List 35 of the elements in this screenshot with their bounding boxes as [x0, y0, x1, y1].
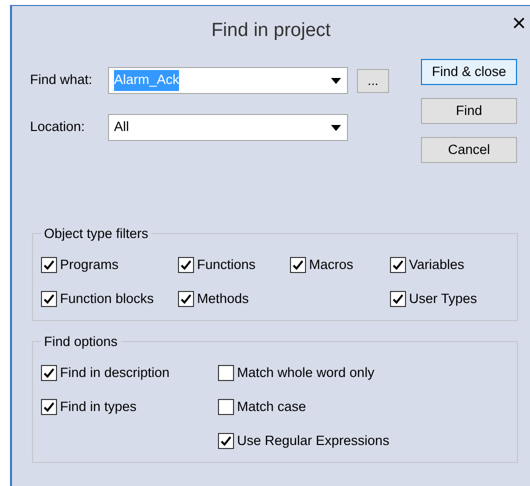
- checkbox-label[interactable]: User Types: [409, 288, 478, 310]
- checkbox[interactable]: [41, 399, 57, 415]
- checkbox[interactable]: [178, 291, 194, 307]
- checkbox-label[interactable]: Find in types: [60, 396, 137, 418]
- checkbox-label[interactable]: Functions: [197, 254, 256, 276]
- browse-button[interactable]: ...: [357, 68, 389, 92]
- checkbox[interactable]: [390, 257, 406, 273]
- dialog-button[interactable]: Find: [421, 98, 517, 124]
- checkbox[interactable]: [290, 257, 306, 273]
- checkbox[interactable]: [178, 257, 194, 273]
- checkbox-label[interactable]: Macros: [309, 254, 354, 276]
- field-label: Location:: [30, 118, 86, 136]
- dialog-button[interactable]: Cancel: [421, 137, 517, 163]
- checkbox[interactable]: [41, 257, 57, 273]
- checkbox[interactable]: [41, 365, 57, 381]
- checkbox-label[interactable]: Variables: [409, 254, 464, 276]
- checkbox-label[interactable]: Methods: [197, 288, 249, 310]
- dropdown-arrow-icon[interactable]: [331, 124, 341, 130]
- field-label: Find what:: [30, 71, 94, 90]
- checkbox-label[interactable]: Programs: [60, 254, 119, 276]
- dialog-button[interactable]: Find & close: [421, 59, 517, 85]
- checkbox-label[interactable]: Find in description: [60, 362, 170, 384]
- checkbox-label[interactable]: Match case: [237, 396, 306, 418]
- checkbox[interactable]: [390, 291, 406, 307]
- dialog-title: Find in project: [211, 19, 331, 43]
- checkbox-label[interactable]: Use Regular Expressions: [237, 430, 390, 452]
- location-combobox[interactable]: All: [108, 114, 348, 141]
- checkbox[interactable]: [218, 365, 234, 381]
- close-button[interactable]: ×: [510, 12, 528, 36]
- checkbox[interactable]: [218, 399, 234, 415]
- checkbox-label[interactable]: Function blocks: [60, 288, 154, 310]
- checkbox[interactable]: [41, 291, 57, 307]
- dropdown-arrow-icon[interactable]: [331, 78, 341, 84]
- checkbox-label[interactable]: Match whole word only: [237, 362, 374, 384]
- checkbox[interactable]: [218, 433, 234, 449]
